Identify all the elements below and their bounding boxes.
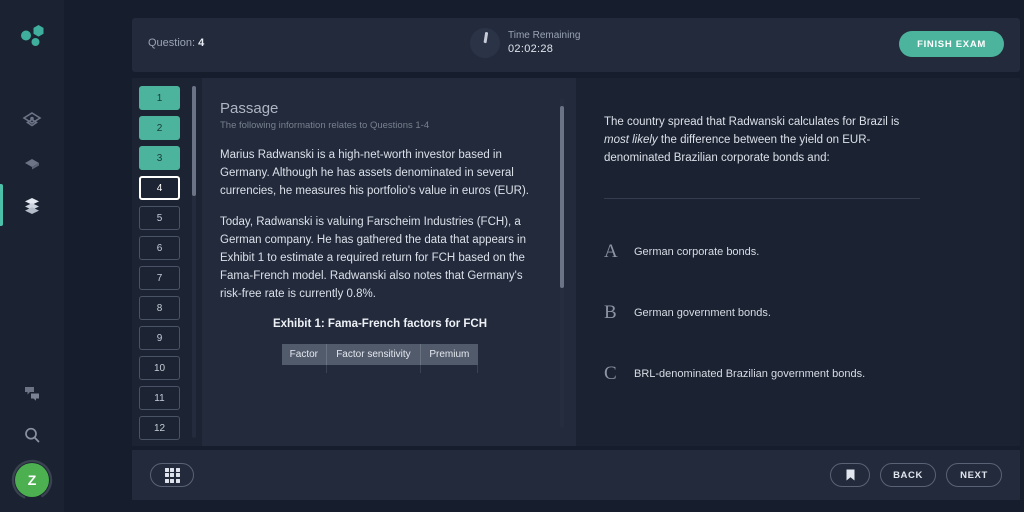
question-number-5[interactable]: 5 [139, 206, 180, 230]
rail-secondary-group [0, 372, 64, 456]
question-number-9[interactable]: 9 [139, 326, 180, 350]
exhibit-cell [326, 364, 422, 373]
exam-body: 1 2 3 4 5 6 7 8 9 10 11 12 Passage The following in… [132, 78, 1020, 446]
passage-subtitle: The following information relates to Que… [220, 120, 430, 131]
exhibit-table-header-row: Factor Factor sensitivity Premium [282, 343, 478, 365]
question-nav-scrollbar-thumb[interactable] [192, 86, 196, 196]
answer-choice-letter: C [604, 363, 617, 384]
bookmark-layers-icon [25, 159, 39, 170]
question-number-10[interactable]: 10 [139, 356, 180, 380]
answer-choice-list: A German corporate bonds. B German governme… [604, 228, 934, 411]
question-counter: Question: 4 [148, 37, 204, 49]
answer-choice-text: BRL-denominated Brazilian government bon… [634, 368, 866, 380]
timer-dial-icon [470, 28, 500, 58]
exhibit-column-header: Premium [420, 343, 478, 365]
back-button[interactable]: BACK [880, 463, 936, 487]
passage-scrollbar[interactable] [560, 98, 564, 428]
question-divider [604, 198, 920, 199]
question-number-list: 1 2 3 4 5 6 7 8 9 10 11 12 [139, 86, 187, 446]
question-counter-number: 4 [198, 37, 205, 49]
exam-app: Z Question: 4 Time Remaining 02:02:28 FI… [0, 0, 1024, 512]
passage-paragraph: Today, Radwanski is valuing Farscheim In… [220, 216, 527, 300]
passage-panel: Passage The following information relate… [202, 78, 576, 446]
avatar[interactable]: Z [11, 459, 53, 501]
question-grid-button[interactable] [150, 463, 194, 487]
finish-exam-button[interactable]: FINISH EXAM [899, 31, 1004, 57]
answer-choice-letter: A [604, 241, 618, 262]
exhibit-title: Exhibit 1: Fama-French factors for FCH [272, 317, 488, 330]
avatar-initial: Z [15, 463, 49, 497]
exam-footer: BACK NEXT [132, 450, 1020, 500]
footer-actions: BACK NEXT [830, 463, 1002, 487]
question-number-12[interactable]: 12 [139, 416, 180, 440]
timer-label: Time Remaining [508, 30, 581, 42]
timer-dial-hand [483, 31, 489, 44]
question-number-6[interactable]: 6 [139, 236, 180, 260]
main-area: Question: 4 Time Remaining 02:02:28 FINI… [64, 0, 1024, 512]
exhibit-column-header: Factor sensitivity [326, 343, 422, 365]
question-number-3[interactable]: 3 [139, 146, 180, 170]
exhibit-cell [420, 364, 478, 373]
question-number-11[interactable]: 11 [139, 386, 180, 410]
exhibit-table: Factor Factor sensitivity Premium [282, 343, 478, 373]
exam-timer: Time Remaining 02:02:28 [470, 28, 580, 58]
answer-choice-C[interactable]: C BRL-denominated Brazilian government bo… [604, 350, 934, 398]
answer-choice-text: German corporate bonds. [634, 246, 760, 258]
exhibit-cell [282, 364, 327, 373]
search-icon [25, 427, 40, 443]
exhibit-column-header: Factor [282, 343, 327, 365]
bookmark-button[interactable] [830, 463, 870, 487]
stack-layers-icon [25, 198, 39, 214]
question-nav-scrollbar[interactable] [192, 86, 196, 438]
question-stem-emphasis: most likely [604, 133, 658, 146]
passage-content: Passage The following information relate… [220, 100, 540, 373]
answer-choice-letter: B [604, 302, 617, 323]
rail-primary-group [0, 100, 64, 226]
molecule-logo-icon [21, 25, 44, 46]
exhibit-table-row [282, 364, 478, 373]
active-indicator-bar [0, 184, 3, 226]
next-button[interactable]: NEXT [946, 463, 1002, 487]
sidebar-item-messages[interactable] [0, 372, 64, 414]
question-panel: The country spread that Radwanski calcul… [576, 78, 1020, 446]
question-grid-icon [164, 467, 180, 483]
question-number-7[interactable]: 7 [139, 266, 180, 290]
timer-text: Time Remaining 02:02:28 [508, 29, 580, 56]
timer-value: 02:02:28 [508, 43, 554, 56]
passage-paragraph: Marius Radwanski is a high-net-worth inv… [220, 149, 529, 197]
question-number-4[interactable]: 4 [139, 176, 180, 200]
question-number-2[interactable]: 2 [139, 116, 180, 140]
answer-choice-B[interactable]: B German government bonds. [604, 289, 934, 337]
chat-icon [25, 387, 39, 401]
question-number-1[interactable]: 1 [139, 86, 180, 110]
sidebar-item-dashboard[interactable] [0, 100, 64, 142]
passage-title: Passage [220, 100, 279, 117]
question-counter-prefix: Question: [148, 37, 196, 49]
sidebar-item-practice[interactable] [0, 184, 64, 226]
answer-choice-A[interactable]: A German corporate bonds. [604, 228, 934, 276]
passage-scrollbar-thumb[interactable] [560, 106, 564, 288]
question-number-nav: 1 2 3 4 5 6 7 8 9 10 11 12 [132, 78, 202, 446]
sidebar-item-search[interactable] [0, 414, 64, 456]
question-stem-part1: The country spread that Radwanski calcul… [604, 116, 900, 128]
exam-header: Question: 4 Time Remaining 02:02:28 FINI… [132, 18, 1020, 72]
answer-choice-text: German government bonds. [634, 307, 771, 319]
question-stem: The country spread that Radwanski calcul… [604, 114, 924, 167]
dashboard-icon [22, 112, 42, 127]
question-number-8[interactable]: 8 [139, 296, 180, 320]
left-nav-rail: Z [0, 0, 64, 512]
sidebar-item-study[interactable] [0, 142, 64, 184]
bookmark-icon [846, 469, 854, 481]
app-logo[interactable] [12, 15, 52, 55]
